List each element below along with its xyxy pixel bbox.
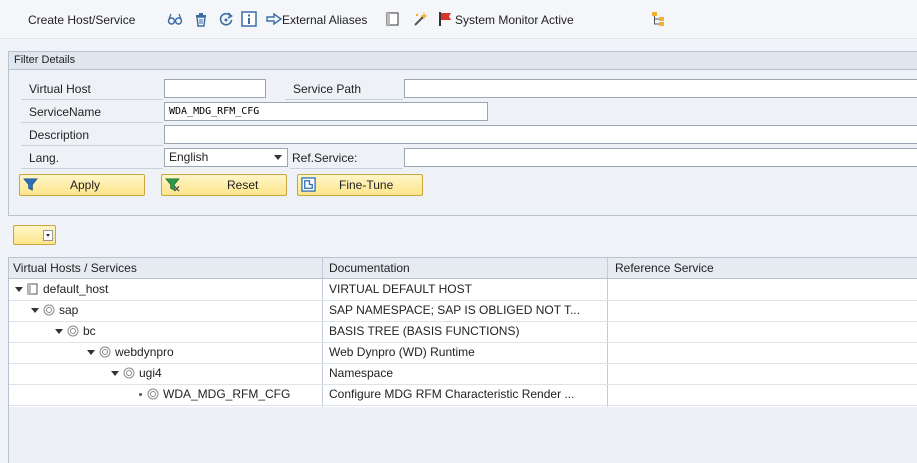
column-header-documentation[interactable]: Documentation bbox=[325, 258, 410, 278]
service-path-label-box: Service Path bbox=[285, 79, 403, 100]
external-aliases-button[interactable]: External Aliases bbox=[282, 11, 367, 29]
tree-node-doc: Configure MDG RFM Characteristic Render … bbox=[329, 387, 575, 401]
leaf-bullet-icon bbox=[139, 393, 142, 396]
virtual-host-label-box: Virtual Host bbox=[21, 79, 163, 100]
services-tree-table: Virtual Hosts / Services Documentation R… bbox=[8, 257, 917, 463]
apply-button[interactable]: Apply bbox=[19, 174, 145, 196]
host-icon bbox=[27, 283, 38, 295]
filter-details-header: Filter Details bbox=[9, 52, 917, 70]
glasses-icon[interactable] bbox=[167, 11, 183, 27]
service-name-input[interactable]: WDA_MDG_RFM_CFG bbox=[164, 102, 488, 121]
fine-tune-button-label: Fine-Tune bbox=[339, 178, 394, 192]
hierarchy-icon[interactable] bbox=[650, 11, 666, 27]
tree-row-webdynpro[interactable]: webdynpro Web Dynpro (WD) Runtime bbox=[9, 342, 917, 364]
tree-node-label: ugi4 bbox=[139, 366, 162, 380]
tree-node-doc: BASIS TREE (BASIS FUNCTIONS) bbox=[329, 324, 520, 338]
service-node-icon bbox=[147, 388, 159, 400]
expand-triangle-icon[interactable] bbox=[87, 350, 95, 355]
expand-triangle-icon[interactable] bbox=[111, 371, 119, 376]
tree-row-wda-mdg-rfm-cfg[interactable]: WDA_MDG_RFM_CFG Configure MDG RFM Charac… bbox=[9, 384, 917, 406]
virtual-host-label: Virtual Host bbox=[29, 82, 91, 96]
tree-empty-area bbox=[9, 407, 917, 463]
expand-triangle-icon[interactable] bbox=[55, 329, 63, 334]
apply-button-label: Apply bbox=[70, 178, 101, 192]
tree-row-bc[interactable]: bc BASIS TREE (BASIS FUNCTIONS) bbox=[9, 321, 917, 343]
service-node-icon bbox=[123, 367, 135, 379]
tree-node-label: default_host bbox=[43, 282, 109, 296]
fine-tune-button[interactable]: Fine-Tune bbox=[297, 174, 423, 196]
flag-icon[interactable] bbox=[437, 11, 453, 27]
magic-wand-icon[interactable] bbox=[412, 11, 428, 27]
layout-menu-button[interactable] bbox=[13, 225, 56, 245]
reset-button-label: Reset bbox=[227, 178, 259, 192]
filter-details-title: Filter Details bbox=[14, 54, 76, 66]
lang-select[interactable]: English bbox=[164, 148, 288, 167]
application-toolbar: Create Host/Service External Aliases Sys… bbox=[0, 0, 917, 39]
service-node-icon bbox=[99, 346, 111, 358]
chevron-down-icon bbox=[274, 155, 282, 160]
service-node-icon bbox=[67, 325, 79, 337]
ref-service-label-box: Ref.Service: bbox=[290, 148, 403, 169]
tree-node-doc: VIRTUAL DEFAULT HOST bbox=[329, 282, 472, 296]
tree-row-default-host[interactable]: default_host VIRTUAL DEFAULT HOST bbox=[9, 279, 917, 301]
tree-header: Virtual Hosts / Services Documentation R… bbox=[9, 258, 917, 279]
tree-node-doc: SAP NAMESPACE; SAP IS OBLIGED NOT T... bbox=[329, 303, 580, 317]
tree-row-ugi4[interactable]: ugi4 Namespace bbox=[9, 363, 917, 385]
service-path-input[interactable] bbox=[404, 79, 917, 98]
ref-service-label: Ref.Service: bbox=[292, 151, 358, 165]
ref-service-input[interactable] bbox=[404, 148, 917, 167]
reset-filter-icon bbox=[165, 178, 180, 192]
column-header-virtual-hosts[interactable]: Virtual Hosts / Services bbox=[9, 258, 137, 278]
description-input[interactable] bbox=[164, 125, 917, 144]
create-host-service-button[interactable]: Create Host/Service bbox=[28, 11, 135, 29]
tree-node-label: WDA_MDG_RFM_CFG bbox=[163, 387, 291, 401]
service-name-label-box: ServiceName bbox=[21, 102, 163, 123]
tree-node-label: webdynpro bbox=[115, 345, 174, 359]
filter-icon bbox=[23, 178, 38, 191]
expand-triangle-icon[interactable] bbox=[15, 287, 23, 292]
dropdown-arrow-icon bbox=[43, 230, 53, 241]
info-icon[interactable] bbox=[241, 11, 257, 27]
description-label: Description bbox=[29, 128, 90, 142]
document-icon[interactable] bbox=[385, 11, 401, 27]
service-name-label: ServiceName bbox=[29, 105, 102, 119]
service-node-icon bbox=[43, 304, 55, 316]
system-monitor-active-button[interactable]: System Monitor Active bbox=[455, 11, 574, 29]
arrow-right-icon[interactable] bbox=[266, 11, 282, 27]
lang-label-box: Lang. bbox=[21, 148, 163, 169]
column-header-reference-service[interactable]: Reference Service bbox=[611, 258, 714, 278]
service-path-label: Service Path bbox=[293, 82, 362, 96]
virtual-host-input[interactable] bbox=[164, 79, 266, 98]
tree-node-label: sap bbox=[59, 303, 79, 317]
expand-triangle-icon[interactable] bbox=[31, 308, 39, 313]
reset-button[interactable]: Reset bbox=[161, 174, 287, 196]
description-label-box: Description bbox=[21, 125, 163, 146]
tree-row-sap[interactable]: sap SAP NAMESPACE; SAP IS OBLIGED NOT T.… bbox=[9, 300, 917, 322]
lang-label: Lang. bbox=[29, 151, 60, 165]
refresh-icon[interactable] bbox=[218, 11, 234, 27]
trash-icon[interactable] bbox=[193, 11, 209, 27]
tree-node-label: bc bbox=[83, 324, 96, 338]
tree-node-doc: Namespace bbox=[329, 366, 394, 380]
tree-node-doc: Web Dynpro (WD) Runtime bbox=[329, 345, 475, 359]
filter-details-panel: Filter Details Virtual Host Service Path… bbox=[8, 51, 917, 216]
lang-select-value: English bbox=[169, 150, 209, 164]
fine-tune-icon bbox=[301, 177, 316, 192]
